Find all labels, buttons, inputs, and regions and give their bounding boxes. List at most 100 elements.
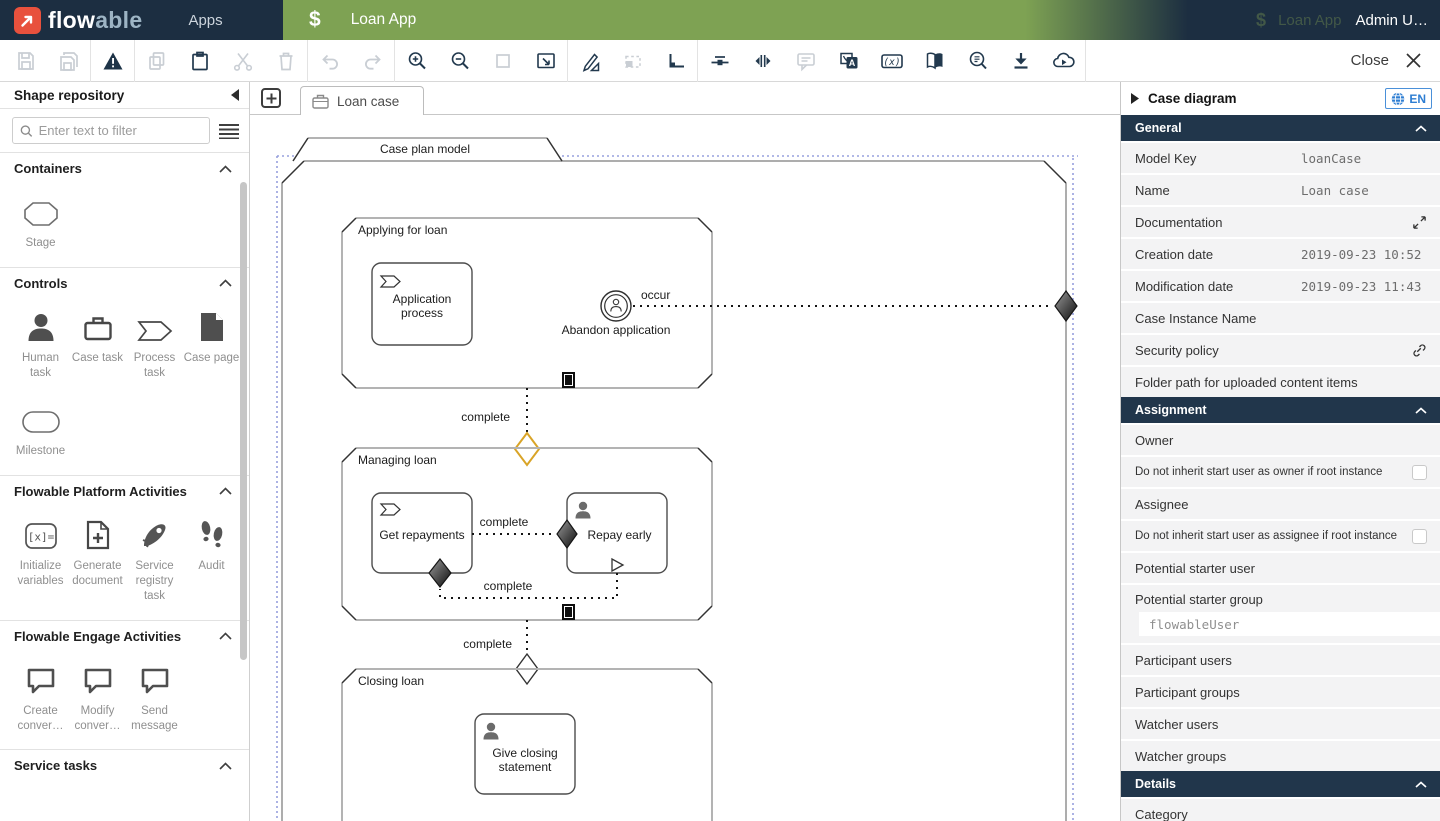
zoom-actual-button[interactable] bbox=[481, 40, 524, 82]
property-potential-starter-group[interactable]: Potential starter group flowableUser bbox=[1121, 585, 1440, 643]
property-category[interactable]: Category bbox=[1121, 799, 1440, 821]
svg-text:Applying for loan: Applying for loan bbox=[358, 223, 447, 237]
undo-button[interactable] bbox=[308, 40, 351, 82]
section-service-tasks[interactable]: Service tasks bbox=[0, 749, 249, 780]
loan-app-tab[interactable]: $ Loan App bbox=[283, 0, 1188, 40]
same-size-button[interactable] bbox=[741, 40, 784, 82]
potential-starter-group-value[interactable]: flowableUser bbox=[1139, 612, 1440, 636]
case-page-icon bbox=[199, 312, 225, 342]
shape-service-registry-task[interactable]: Service registry task bbox=[126, 516, 183, 604]
shape-repository-panel: Shape repository Containers Stage Contro… bbox=[0, 82, 250, 821]
chevron-up-icon bbox=[219, 632, 232, 640]
section-containers[interactable]: Containers bbox=[0, 153, 249, 183]
globe-icon bbox=[1391, 92, 1405, 106]
shape-create-conversation[interactable]: Create conver… bbox=[12, 661, 69, 734]
property-creation-date[interactable]: Creation date 2019-09-23 10:52 bbox=[1121, 239, 1440, 269]
section-engage-activities[interactable]: Flowable Engage Activities bbox=[0, 620, 249, 651]
sidebar-scrollbar[interactable] bbox=[240, 182, 247, 660]
property-modification-date[interactable]: Modification date 2019-09-23 11:43 bbox=[1121, 271, 1440, 301]
section-general[interactable]: General bbox=[1121, 115, 1440, 141]
property-name[interactable]: Name Loan case bbox=[1121, 175, 1440, 205]
property-assignee[interactable]: Assignee bbox=[1121, 489, 1440, 519]
feedback-button[interactable] bbox=[784, 40, 827, 82]
deploy-button[interactable] bbox=[1042, 40, 1085, 82]
save-all-button[interactable] bbox=[47, 40, 90, 82]
section-platform-activities[interactable]: Flowable Platform Activities bbox=[0, 475, 249, 506]
add-bendpoint-button[interactable] bbox=[568, 40, 611, 82]
link-icon[interactable] bbox=[1411, 342, 1427, 358]
redo-button[interactable] bbox=[351, 40, 394, 82]
expression-button[interactable]: (x) bbox=[870, 40, 913, 82]
shape-send-message[interactable]: Send message bbox=[126, 661, 183, 734]
property-security-policy[interactable]: Security policy bbox=[1121, 335, 1440, 365]
shape-human-task[interactable]: Human task bbox=[12, 308, 69, 381]
shape-initialize-variables[interactable]: [x]= Initialize variables bbox=[12, 516, 69, 604]
section-controls[interactable]: Controls bbox=[0, 267, 249, 298]
shape-stage[interactable]: Stage bbox=[12, 193, 69, 251]
shape-case-page[interactable]: Case page bbox=[183, 308, 240, 381]
shape-milestone[interactable]: Milestone bbox=[12, 401, 69, 459]
task-get-repayments[interactable]: Get repayments bbox=[372, 493, 472, 587]
property-watcher-groups[interactable]: Watcher groups bbox=[1121, 741, 1440, 771]
property-potential-starter-user[interactable]: Potential starter user bbox=[1121, 553, 1440, 583]
event-abandon-application[interactable] bbox=[601, 291, 631, 321]
language-button[interactable]: EN bbox=[1385, 88, 1432, 109]
toolbar-separator bbox=[1085, 40, 1086, 82]
delete-button[interactable] bbox=[264, 40, 307, 82]
diagram-canvas[interactable]: Loan case Case plan model bbox=[250, 82, 1120, 821]
tab-loan-case[interactable]: Loan case bbox=[300, 86, 424, 115]
expand-icon[interactable] bbox=[1412, 215, 1427, 230]
property-owner[interactable]: Owner bbox=[1121, 425, 1440, 455]
no-inherit-assignee-checkbox[interactable] bbox=[1412, 529, 1427, 544]
user-menu[interactable]: $Loan App Admin U… bbox=[1256, 0, 1428, 40]
close-button[interactable]: Close bbox=[1351, 52, 1440, 69]
shape-audit[interactable]: Audit bbox=[183, 516, 240, 604]
property-case-instance-name[interactable]: Case Instance Name bbox=[1121, 303, 1440, 333]
property-watcher-users[interactable]: Watcher users bbox=[1121, 709, 1440, 739]
section-assignment[interactable]: Assignment bbox=[1121, 397, 1440, 423]
plus-icon bbox=[266, 93, 277, 104]
flowable-logo-icon bbox=[14, 7, 41, 34]
collapse-sidebar-icon[interactable] bbox=[231, 89, 240, 101]
horizontal-align-button[interactable] bbox=[698, 40, 741, 82]
shape-modify-conversation[interactable]: Modify conver… bbox=[69, 661, 126, 734]
validate-button[interactable] bbox=[91, 40, 134, 82]
zoom-fit-button[interactable] bbox=[524, 40, 567, 82]
cmmn-diagram[interactable]: Case plan model Applying for loan Applic… bbox=[250, 115, 1120, 821]
flowable-logo[interactable]: flowable bbox=[14, 7, 142, 34]
add-tab-button[interactable] bbox=[261, 88, 281, 108]
find-button[interactable] bbox=[956, 40, 999, 82]
apps-link[interactable]: Apps bbox=[188, 12, 222, 29]
list-view-icon[interactable] bbox=[219, 123, 239, 139]
no-inherit-owner-checkbox[interactable] bbox=[1412, 465, 1427, 480]
task-repay-early[interactable]: Repay early bbox=[557, 493, 667, 573]
case-plan-model-border[interactable] bbox=[282, 161, 1066, 821]
translate-button[interactable]: A bbox=[827, 40, 870, 82]
task-give-closing-statement[interactable]: Give closing statement bbox=[475, 714, 575, 794]
property-no-inherit-assignee[interactable]: Do not inherit start user as assignee if… bbox=[1121, 521, 1440, 551]
paste-button[interactable] bbox=[178, 40, 221, 82]
split-view-button[interactable] bbox=[913, 40, 956, 82]
shape-case-task[interactable]: Case task bbox=[69, 308, 126, 381]
shape-process-task[interactable]: Process task bbox=[126, 308, 183, 381]
cut-button[interactable] bbox=[221, 40, 264, 82]
zoom-in-button[interactable] bbox=[395, 40, 438, 82]
property-documentation[interactable]: Documentation bbox=[1121, 207, 1440, 237]
property-participant-users[interactable]: Participant users bbox=[1121, 645, 1440, 675]
shape-generate-document[interactable]: Generate document bbox=[69, 516, 126, 604]
align-button[interactable] bbox=[654, 40, 697, 82]
copy-button[interactable] bbox=[135, 40, 178, 82]
property-participant-groups[interactable]: Participant groups bbox=[1121, 677, 1440, 707]
section-details[interactable]: Details bbox=[1121, 771, 1440, 797]
collapse-properties-icon[interactable] bbox=[1131, 93, 1139, 104]
exit-criterion-case[interactable] bbox=[1055, 291, 1077, 321]
save-button[interactable] bbox=[4, 40, 47, 82]
task-application-process[interactable]: Application process bbox=[372, 263, 472, 345]
zoom-out-button[interactable] bbox=[438, 40, 481, 82]
property-folder-path[interactable]: Folder path for uploaded content items bbox=[1121, 367, 1440, 397]
shape-filter-input[interactable] bbox=[39, 123, 202, 138]
download-button[interactable] bbox=[999, 40, 1042, 82]
remove-bendpoint-button[interactable] bbox=[611, 40, 654, 82]
property-no-inherit-owner[interactable]: Do not inherit start user as owner if ro… bbox=[1121, 457, 1440, 487]
property-model-key[interactable]: Model Key loanCase bbox=[1121, 143, 1440, 173]
